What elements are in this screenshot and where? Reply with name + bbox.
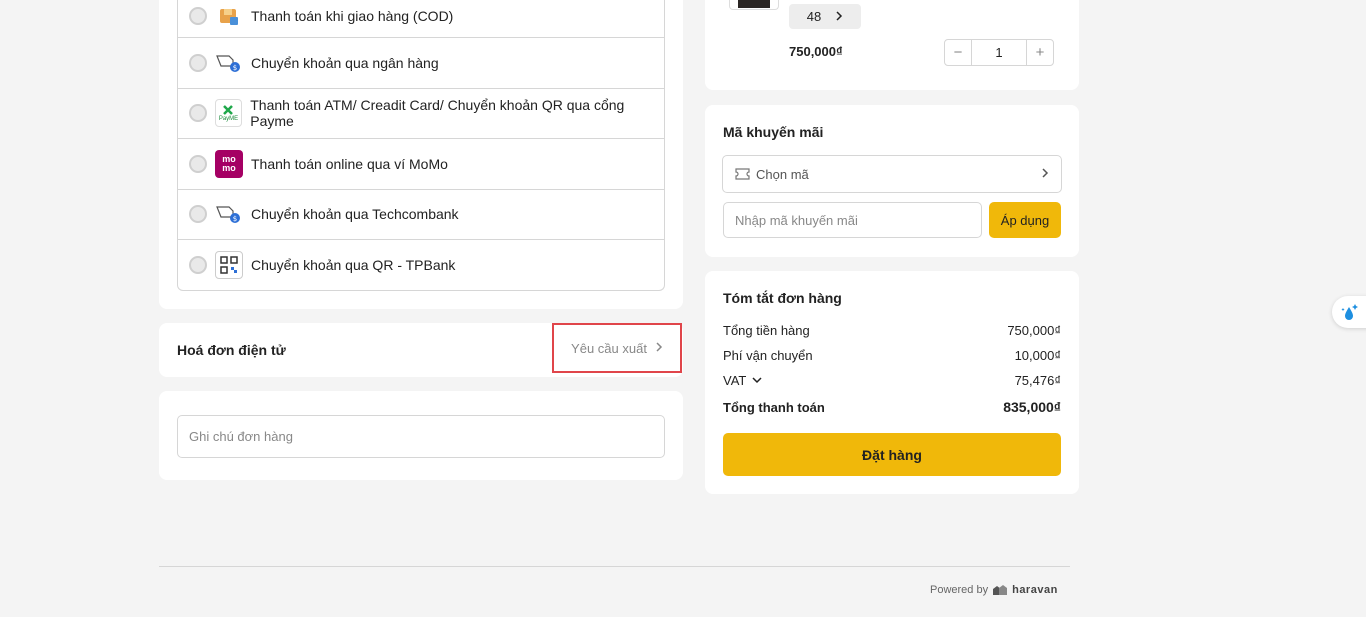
total-label: Tổng thanh toán <box>723 399 825 415</box>
payment-method-payme[interactable]: PayME Thanh toán ATM/ Creadit Card/ Chuy… <box>178 87 664 139</box>
request-invoice-button[interactable]: Yêu cầu xuất <box>552 323 682 373</box>
payment-methods-card: Thanh toán khi giao hàng (COD) $ Chuyển … <box>159 0 683 309</box>
radio-button[interactable] <box>189 7 207 25</box>
payment-method-label: Chuyển khoản qua QR - TPBank <box>251 256 456 273</box>
payment-method-cod[interactable]: Thanh toán khi giao hàng (COD) <box>178 0 664 37</box>
vat-row: VAT 75,476₫ <box>723 373 1061 388</box>
chevron-right-icon <box>1041 167 1049 182</box>
payment-method-label: Thanh toán khi giao hàng (COD) <box>251 8 454 24</box>
vat-toggle[interactable]: VAT <box>723 373 762 388</box>
quantity-value[interactable]: 1 <box>971 40 1027 65</box>
e-invoice-title: Hoá đơn điện tử <box>177 342 286 358</box>
payment-method-list: Thanh toán khi giao hàng (COD) $ Chuyển … <box>177 0 665 291</box>
brand-name: haravan <box>1012 584 1058 596</box>
powered-by: Powered by haravan <box>930 584 1058 596</box>
footer-divider <box>159 566 1070 567</box>
shipping-row: Phí vận chuyển 10,000₫ <box>723 348 1061 363</box>
bank-transfer-icon: $ <box>215 200 243 228</box>
promo-title: Mã khuyến mãi <box>723 124 824 140</box>
total-value: 835,000₫ <box>1003 399 1061 415</box>
subtotal-label: Tổng tiền hàng <box>723 323 810 338</box>
request-invoice-label: Yêu cầu xuất <box>571 340 647 356</box>
bank-transfer-icon: $ <box>215 49 243 77</box>
shipping-value: 10,000₫ <box>1014 348 1061 363</box>
powered-by-label: Powered by <box>930 584 989 596</box>
payment-method-label: Thanh toán online qua ví MoMo <box>251 155 448 172</box>
place-order-button[interactable]: Đặt hàng <box>723 433 1061 476</box>
promo-code-input[interactable] <box>723 202 982 238</box>
quantity-stepper: − 1 + <box>944 39 1054 66</box>
payment-method-momo[interactable]: mo mo Thanh toán online qua ví MoMo <box>178 138 664 189</box>
product-thumbnail <box>729 0 779 10</box>
radio-button[interactable] <box>189 104 207 123</box>
order-note-input[interactable] <box>177 415 665 458</box>
cod-box-icon <box>215 2 243 30</box>
product-card: 48 750,000₫ − 1 + <box>705 0 1079 90</box>
payment-method-tpbank-qr[interactable]: Chuyển khoản qua QR - TPBank <box>178 239 664 290</box>
subtotal-row: Tổng tiền hàng 750,000₫ <box>723 323 1061 338</box>
choose-code-button[interactable]: Chọn mã <box>722 155 1062 193</box>
radio-button[interactable] <box>189 255 207 274</box>
haravan-logo-icon <box>992 584 1008 596</box>
svg-text:$: $ <box>233 64 237 72</box>
radio-button[interactable] <box>189 53 207 72</box>
payment-method-techcombank[interactable]: $ Chuyển khoản qua Techcombank <box>178 188 664 240</box>
order-note-card <box>159 391 683 480</box>
chevron-right-icon <box>835 9 843 24</box>
chevron-down-icon <box>752 377 762 384</box>
choose-code-label: Chọn mã <box>756 166 809 182</box>
product-price: 750,000₫ <box>789 44 843 59</box>
radio-button[interactable] <box>189 205 207 224</box>
decrease-quantity-button[interactable]: − <box>945 40 971 65</box>
variant-selector[interactable]: 48 <box>789 4 861 29</box>
shipping-label: Phí vận chuyển <box>723 348 813 363</box>
summary-title: Tóm tắt đơn hàng <box>723 290 842 306</box>
svg-text:$: $ <box>233 215 237 223</box>
qr-code-icon <box>215 250 243 279</box>
floating-assistant-button[interactable] <box>1332 296 1366 328</box>
momo-logo-text: mo mo <box>222 153 236 173</box>
variant-value: 48 <box>806 9 822 24</box>
payment-method-label: Chuyển khoản qua Techcombank <box>251 206 459 223</box>
ticket-icon <box>735 168 750 180</box>
payme-icon: PayME <box>214 99 243 128</box>
payment-method-bank[interactable]: $ Chuyển khoản qua ngân hàng <box>178 37 664 88</box>
total-row: Tổng thanh toán 835,000₫ <box>723 399 1061 415</box>
payme-logo-text: PayME <box>218 116 239 123</box>
subtotal-value: 750,000₫ <box>1007 323 1061 338</box>
increase-quantity-button[interactable]: + <box>1027 40 1053 65</box>
order-summary-card: Tóm tắt đơn hàng Tổng tiền hàng 750,000₫… <box>705 271 1079 494</box>
chevron-right-icon <box>655 341 663 356</box>
sparkle-drop-icon <box>1340 302 1360 322</box>
promo-code-card: Mã khuyến mãi Chọn mã Áp dụng <box>705 105 1079 257</box>
apply-promo-button[interactable]: Áp dụng <box>989 202 1061 238</box>
vat-value: 75,476₫ <box>1014 373 1061 388</box>
radio-button[interactable] <box>189 154 207 173</box>
momo-icon: mo mo <box>215 149 243 178</box>
payment-method-label: Thanh toán ATM/ Creadit Card/ Chuyển kho… <box>250 97 625 130</box>
payment-method-label: Chuyển khoản qua ngân hàng <box>251 54 439 71</box>
vat-label: VAT <box>723 373 747 388</box>
e-invoice-card: Hoá đơn điện tử Yêu cầu xuất <box>159 323 683 377</box>
